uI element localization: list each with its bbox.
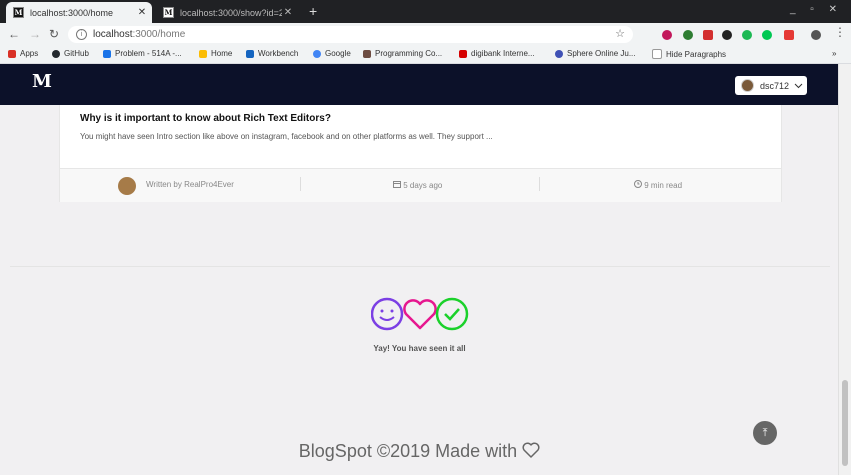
tab-close-icon[interactable]: ✕ (282, 7, 294, 18)
extension-icon[interactable] (722, 30, 732, 40)
bookmark-home[interactable]: Home (199, 49, 232, 58)
extension-icon[interactable] (703, 30, 713, 40)
bookmark-label: Apps (20, 49, 39, 58)
chevron-down-icon (794, 83, 803, 88)
codechef-icon (363, 49, 371, 58)
new-tab-button[interactable]: + (309, 3, 317, 19)
page-scrollbar[interactable] (838, 64, 851, 475)
bookmark-label: Google (325, 49, 351, 58)
browser-tab-show[interactable]: M localhost:3000/show?id=26 ✕ (156, 2, 298, 23)
bookmark-apps[interactable]: Apps (8, 49, 38, 58)
user-dropdown[interactable]: dsc712 (735, 76, 807, 95)
bookmark-label: Sphere Online Ju... (567, 49, 636, 58)
app-navbar: M dsc712 (0, 64, 839, 105)
author-byline: Written by RealPro4Ever (146, 180, 234, 189)
bookmark-label: digibank Interne... (471, 49, 535, 58)
google-icon (313, 49, 321, 58)
apps-grid-icon (8, 49, 16, 58)
bookmark-star-icon[interactable]: ☆ (615, 26, 625, 43)
site-info-icon[interactable]: i (76, 28, 87, 40)
heart-icon (403, 299, 437, 330)
page-icon (652, 49, 662, 59)
address-bar[interactable]: i localhost:3000/home ☆ (68, 26, 633, 43)
article-excerpt: You might have seen Intro section like a… (80, 132, 493, 141)
bookmark-problem[interactable]: Problem - 514A -... (103, 49, 182, 58)
spoj-icon (555, 49, 563, 58)
tab-title: localhost:3000/home (30, 7, 114, 18)
heart-outline-icon (522, 442, 540, 458)
window-controls[interactable]: _ ▫ ✕ (790, 4, 843, 15)
tab-title: localhost:3000/show?id=26 (180, 7, 282, 18)
more-bookmarks-icon[interactable]: » (832, 49, 836, 58)
bookmark-workbench[interactable]: Workbench (246, 49, 298, 58)
bookmark-sphere[interactable]: Sphere Online Ju... (555, 49, 635, 58)
tab-favicon: M (163, 7, 174, 18)
bookmark-github[interactable]: GitHub (52, 49, 89, 58)
grammarly-icon[interactable] (742, 30, 752, 40)
extension-icon[interactable] (762, 30, 772, 40)
read-time: 9 min read (634, 180, 682, 190)
bookmark-label: Workbench (258, 49, 299, 58)
end-emojis (371, 297, 469, 331)
article-meta: Written by RealPro4Ever 5 days ago 9 min… (60, 168, 781, 202)
author-prefix: Written by (146, 180, 182, 189)
bar-chart-icon (103, 49, 111, 58)
page-viewport: M dsc712 Why is it important to know abo… (0, 64, 839, 475)
bookmark-label: GitHub (64, 49, 89, 58)
smile-icon (371, 297, 404, 331)
bookmark-hide-paragraphs[interactable]: Hide Paragraphs (652, 49, 726, 59)
home-favicon-icon (199, 49, 207, 58)
bookmark-label: Programming Co... (375, 49, 443, 58)
author-avatar (118, 177, 136, 195)
reload-icon[interactable]: ↻ (49, 27, 59, 41)
read-time-text: 9 min read (644, 181, 683, 190)
back-arrow-icon[interactable]: ← (8, 27, 20, 41)
clock-icon (634, 180, 642, 188)
browser-toolbar: ← → ↻ i localhost:3000/home ☆ ⋮ (0, 23, 851, 46)
article-card[interactable]: Why is it important to know about Rich T… (59, 105, 782, 202)
article-title[interactable]: Why is it important to know about Rich T… (80, 113, 331, 124)
chrome-menu-icon[interactable]: ⋮ (834, 25, 846, 39)
bookmark-digibank[interactable]: digibank Interne... (459, 49, 535, 58)
extension-icon[interactable] (784, 30, 794, 40)
check-circle-icon (435, 297, 469, 331)
bookmarks-bar: Apps GitHub Problem - 514A -... Home Wor… (0, 46, 851, 64)
bookmark-label: Hide Paragraphs (666, 49, 727, 59)
divider (300, 177, 301, 191)
section-divider (10, 266, 830, 267)
forward-arrow-icon[interactable]: → (29, 27, 41, 41)
username: dsc712 (760, 80, 790, 91)
calendar-icon (393, 181, 401, 188)
user-avatar (741, 79, 754, 92)
url-path: :3000/home (132, 29, 186, 40)
footer-text: BlogSpot ©2019 Made with (298, 441, 518, 461)
page-footer: BlogSpot ©2019 Made with (0, 441, 839, 462)
profile-avatar[interactable] (811, 30, 821, 40)
divider (539, 177, 540, 191)
workbench-icon (246, 49, 254, 58)
tab-favicon: M (13, 7, 24, 18)
tab-close-icon[interactable]: ✕ (136, 7, 148, 18)
bookmark-google[interactable]: Google (313, 49, 351, 58)
evernote-icon[interactable] (683, 30, 693, 40)
browser-tab-strip: M localhost:3000/home ✕ M localhost:3000… (0, 0, 851, 23)
scrollbar-thumb[interactable] (842, 380, 848, 466)
end-of-feed-message: Yay! You have seen it all (373, 344, 466, 353)
extension-icon[interactable] (662, 30, 672, 40)
url-host: localhost (93, 29, 133, 40)
bookmark-programming[interactable]: Programming Co... (363, 49, 442, 58)
arrow-up-icon: ⤒ (762, 427, 768, 439)
digibank-icon (459, 49, 467, 58)
scroll-to-top-button[interactable]: ⤒ (753, 421, 777, 445)
medium-logo[interactable]: M (32, 71, 52, 92)
github-icon (52, 49, 60, 58)
bookmark-label: Problem - 514A -... (115, 49, 182, 58)
browser-tab-home[interactable]: M localhost:3000/home ✕ (6, 2, 152, 23)
author-name[interactable]: RealPro4Ever (184, 180, 234, 189)
date-text: 5 days ago (403, 181, 443, 190)
bookmark-label: Home (211, 49, 233, 58)
publish-date: 5 days ago (393, 180, 442, 190)
